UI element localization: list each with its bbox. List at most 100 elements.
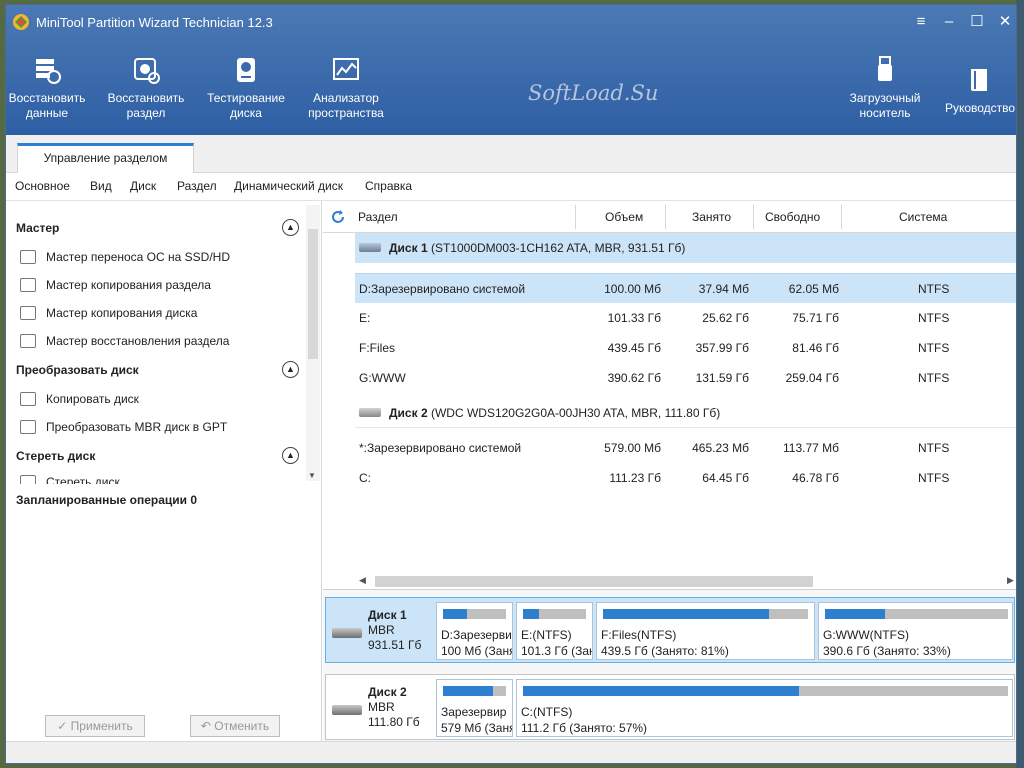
section-wizard-title: Мастер xyxy=(16,221,60,235)
partition-name: G:WWW xyxy=(359,371,406,385)
sidebar-item-label: Мастер переноса ОС на SSD/HD xyxy=(46,250,230,264)
app-window: MiniTool Partition Wizard Technician 12.… xyxy=(5,4,1017,764)
disk-info: (ST1000DM003-1CH162 ATA, MBR, 931.51 Гб) xyxy=(430,241,686,255)
space-analyzer-icon xyxy=(333,58,359,80)
collapse-icon[interactable]: ▲ xyxy=(282,447,299,464)
sidebar-item-wipe-disk[interactable]: Стереть диск xyxy=(20,475,120,484)
table-row[interactable]: *:Зарезервировано системой 579.00 Мб 465… xyxy=(355,433,1016,463)
manual-button[interactable]: Руководство xyxy=(930,65,1016,116)
disk-map-partition[interactable]: E:(NTFS) 101.3 Гб (Зан xyxy=(516,602,593,660)
menu-partition[interactable]: Раздел xyxy=(177,179,217,193)
partition-used: 357.99 Гб xyxy=(695,341,749,355)
sidebar-item-migrate-os[interactable]: Мастер переноса ОС на SSD/HD xyxy=(20,250,230,264)
table-hscroll-thumb[interactable] xyxy=(375,576,813,587)
refresh-icon[interactable] xyxy=(330,209,346,225)
collapse-icon[interactable]: ▲ xyxy=(282,219,299,236)
partition-capacity: 439.45 Гб xyxy=(607,341,661,355)
menu-general[interactable]: Основное xyxy=(15,179,70,193)
sidebar-scrollbar[interactable]: ▼ xyxy=(306,205,320,481)
menu-bar: Основное Вид Диск Раздел Динамический ди… xyxy=(6,173,1016,201)
close-icon[interactable]: ✕ xyxy=(994,11,1016,33)
col-filesystem[interactable]: Система xyxy=(899,210,947,224)
partition-map-label: D:Зарезерви xyxy=(441,628,512,642)
col-free[interactable]: Свободно xyxy=(765,210,820,224)
disk-map-partition[interactable]: F:Files(NTFS) 439.5 Гб (Занято: 81%) xyxy=(596,602,815,660)
sidebar-scroll-thumb[interactable] xyxy=(308,229,318,359)
tab-partition-management[interactable]: Управление разделом xyxy=(17,143,194,173)
disk-map-name: Диск 2 xyxy=(368,685,407,699)
table-row[interactable]: E: 101.33 Гб 25.62 Гб 75.71 Гб NTFS xyxy=(355,303,1016,333)
disk-map-partition[interactable]: G:WWW(NTFS) 390.6 Гб (Занято: 33%) xyxy=(818,602,1013,660)
partition-recovery-button[interactable]: Восстановить раздел xyxy=(96,55,196,121)
disk-map-partition[interactable]: D:Зарезерви 100 Мб (Заня xyxy=(436,602,513,660)
apply-button[interactable]: ✓ Применить xyxy=(45,715,145,737)
partition-free: 46.78 Гб xyxy=(792,471,839,485)
hard-disk-icon xyxy=(332,628,362,638)
table-row[interactable]: G:WWW 390.62 Гб 131.59 Гб 259.04 Гб NTFS xyxy=(355,363,1016,393)
collapse-icon[interactable]: ▲ xyxy=(282,361,299,378)
partition-capacity: 111.23 Гб xyxy=(609,471,661,485)
hamburger-icon[interactable]: ≡ xyxy=(910,11,932,33)
disk-map-partition[interactable]: C:(NTFS) 111.2 Гб (Занято: 57%) xyxy=(516,679,1013,737)
menu-help[interactable]: Справка xyxy=(365,179,412,193)
partition-map-size: 439.5 Гб (Занято: 81%) xyxy=(601,644,729,658)
disk-map-size: 931.51 Гб xyxy=(368,638,422,652)
partition-panel: Раздел Объем Занято Свободно Система Дис… xyxy=(323,201,1016,741)
sidebar-item-label: Копировать диск xyxy=(46,392,139,406)
bootable-media-button[interactable]: Загрузочный носитель xyxy=(835,55,935,121)
menu-disk[interactable]: Диск xyxy=(130,179,156,193)
disk-row[interactable]: Диск 2 (WDC WDS120G2G0A-00JH30 ATA, MBR,… xyxy=(355,398,1016,428)
space-analyzer-button[interactable]: Анализатор пространства xyxy=(296,55,396,121)
partition-name: D:Зарезервировано системой xyxy=(359,282,526,296)
partition-used: 25.62 Гб xyxy=(702,311,749,325)
disk-map-type: MBR xyxy=(368,623,395,637)
disk-map-name: Диск 1 xyxy=(368,608,407,622)
disk-map-disk1[interactable]: Диск 1 MBR 931.51 Гб D:Зарезерви 100 Мб … xyxy=(325,597,1015,663)
copy-disk-icon xyxy=(20,306,36,320)
hard-disk-icon xyxy=(359,243,381,252)
disk-map-disk2[interactable]: Диск 2 MBR 111.80 Гб Зарезервир 579 Мб (… xyxy=(325,674,1015,740)
sidebar-item-label: Мастер копирования диска xyxy=(46,306,198,320)
section-convert-disk-title: Преобразовать диск xyxy=(16,363,139,377)
sidebar-item-mbr-to-gpt[interactable]: Преобразовать MBR диск в GPT xyxy=(20,420,227,434)
disk-benchmark-icon xyxy=(237,58,255,82)
status-bar xyxy=(6,741,1016,763)
manual-icon xyxy=(971,69,987,91)
data-recovery-button[interactable]: Восстановить данные xyxy=(6,55,97,121)
sidebar-item-copy-partition[interactable]: Мастер копирования раздела xyxy=(20,278,211,292)
sidebar-item-copy-disk-2[interactable]: Копировать диск xyxy=(20,392,139,406)
partition-capacity: 579.00 Мб xyxy=(604,441,661,455)
table-row[interactable]: D:Зарезервировано системой 100.00 Мб 37.… xyxy=(355,273,1016,303)
partition-map-label: Зарезервир xyxy=(441,705,507,719)
col-capacity[interactable]: Объем xyxy=(605,210,643,224)
disk-map-partition[interactable]: Зарезервир 579 Мб (Заня xyxy=(436,679,513,737)
disk-row[interactable]: Диск 1 (ST1000DM003-1CH162 ATA, MBR, 931… xyxy=(355,233,1016,263)
hard-disk-icon xyxy=(359,408,381,417)
table-hscrollbar[interactable]: ◀ ▶ xyxy=(359,573,1016,589)
usage-fill xyxy=(523,609,539,619)
scroll-left-icon[interactable]: ◀ xyxy=(359,575,366,586)
col-partition[interactable]: Раздел xyxy=(358,210,398,224)
table-row[interactable]: C: 111.23 Гб 64.45 Гб 46.78 Гб NTFS xyxy=(355,463,1016,493)
disk-map-size: 111.80 Гб xyxy=(368,715,420,729)
disk-benchmark-button[interactable]: Тестирование диска xyxy=(196,55,296,121)
partition-recovery-wizard-icon xyxy=(20,334,36,348)
sidebar-item-partition-recovery[interactable]: Мастер восстановления раздела xyxy=(20,334,229,348)
partition-fs: NTFS xyxy=(918,341,950,355)
partition-recovery-label: Восстановить раздел xyxy=(107,91,185,120)
maximize-icon[interactable]: ☐ xyxy=(966,11,988,33)
menu-view[interactable]: Вид xyxy=(90,179,112,193)
disk-benchmark-label: Тестирование диска xyxy=(207,91,285,120)
scroll-right-icon[interactable]: ▶ xyxy=(1007,575,1014,586)
usage-fill xyxy=(443,609,467,619)
menu-dynamic-disk[interactable]: Динамический диск xyxy=(234,179,343,193)
partition-map-size: 579 Мб (Заня xyxy=(441,721,513,735)
header-toolbar: MiniTool Partition Wizard Technician 12.… xyxy=(6,5,1016,135)
col-used[interactable]: Занято xyxy=(692,210,731,224)
partition-free: 75.71 Гб xyxy=(792,311,839,325)
table-row[interactable]: F:Files 439.45 Гб 357.99 Гб 81.46 Гб NTF… xyxy=(355,333,1016,363)
scroll-down-icon[interactable]: ▼ xyxy=(308,471,316,480)
undo-button[interactable]: ↶ Отменить xyxy=(190,715,280,737)
minimize-icon[interactable]: – xyxy=(938,11,960,33)
sidebar-item-copy-disk[interactable]: Мастер копирования диска xyxy=(20,306,197,320)
